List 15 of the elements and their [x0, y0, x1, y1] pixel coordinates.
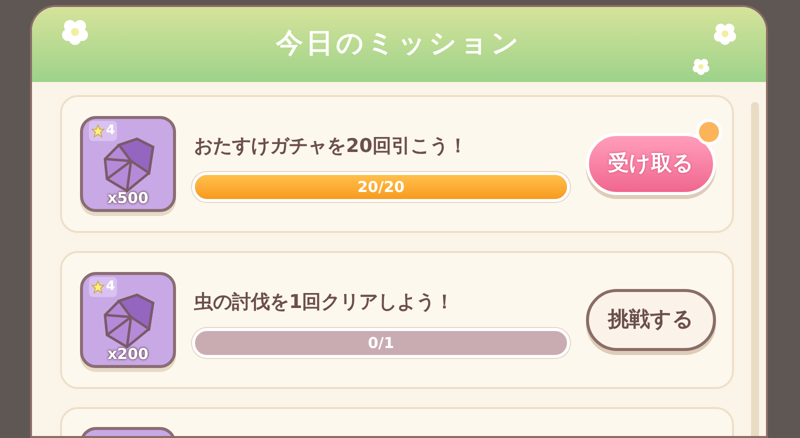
reward-amount: x200 [106, 344, 150, 364]
rarity-number: 4 [106, 122, 116, 140]
progress-label: 20/20 [356, 177, 406, 198]
reward-amount: x500 [106, 188, 150, 208]
scrollbar[interactable] [751, 102, 759, 436]
mission-text: 虫の討伐を1回クリアしよう！ [193, 290, 456, 315]
progress-label: 0/1 [366, 333, 396, 354]
mission-text: おたすけガチャを20回引こう！ [193, 134, 468, 159]
star-icon [91, 124, 105, 138]
flower-icon [60, 17, 90, 45]
flower-icon [712, 21, 738, 45]
star-icon [91, 280, 105, 294]
flower-icon [691, 57, 711, 75]
panel-title: 今日のミッション [276, 27, 522, 62]
rarity-number: 4 [106, 278, 116, 296]
